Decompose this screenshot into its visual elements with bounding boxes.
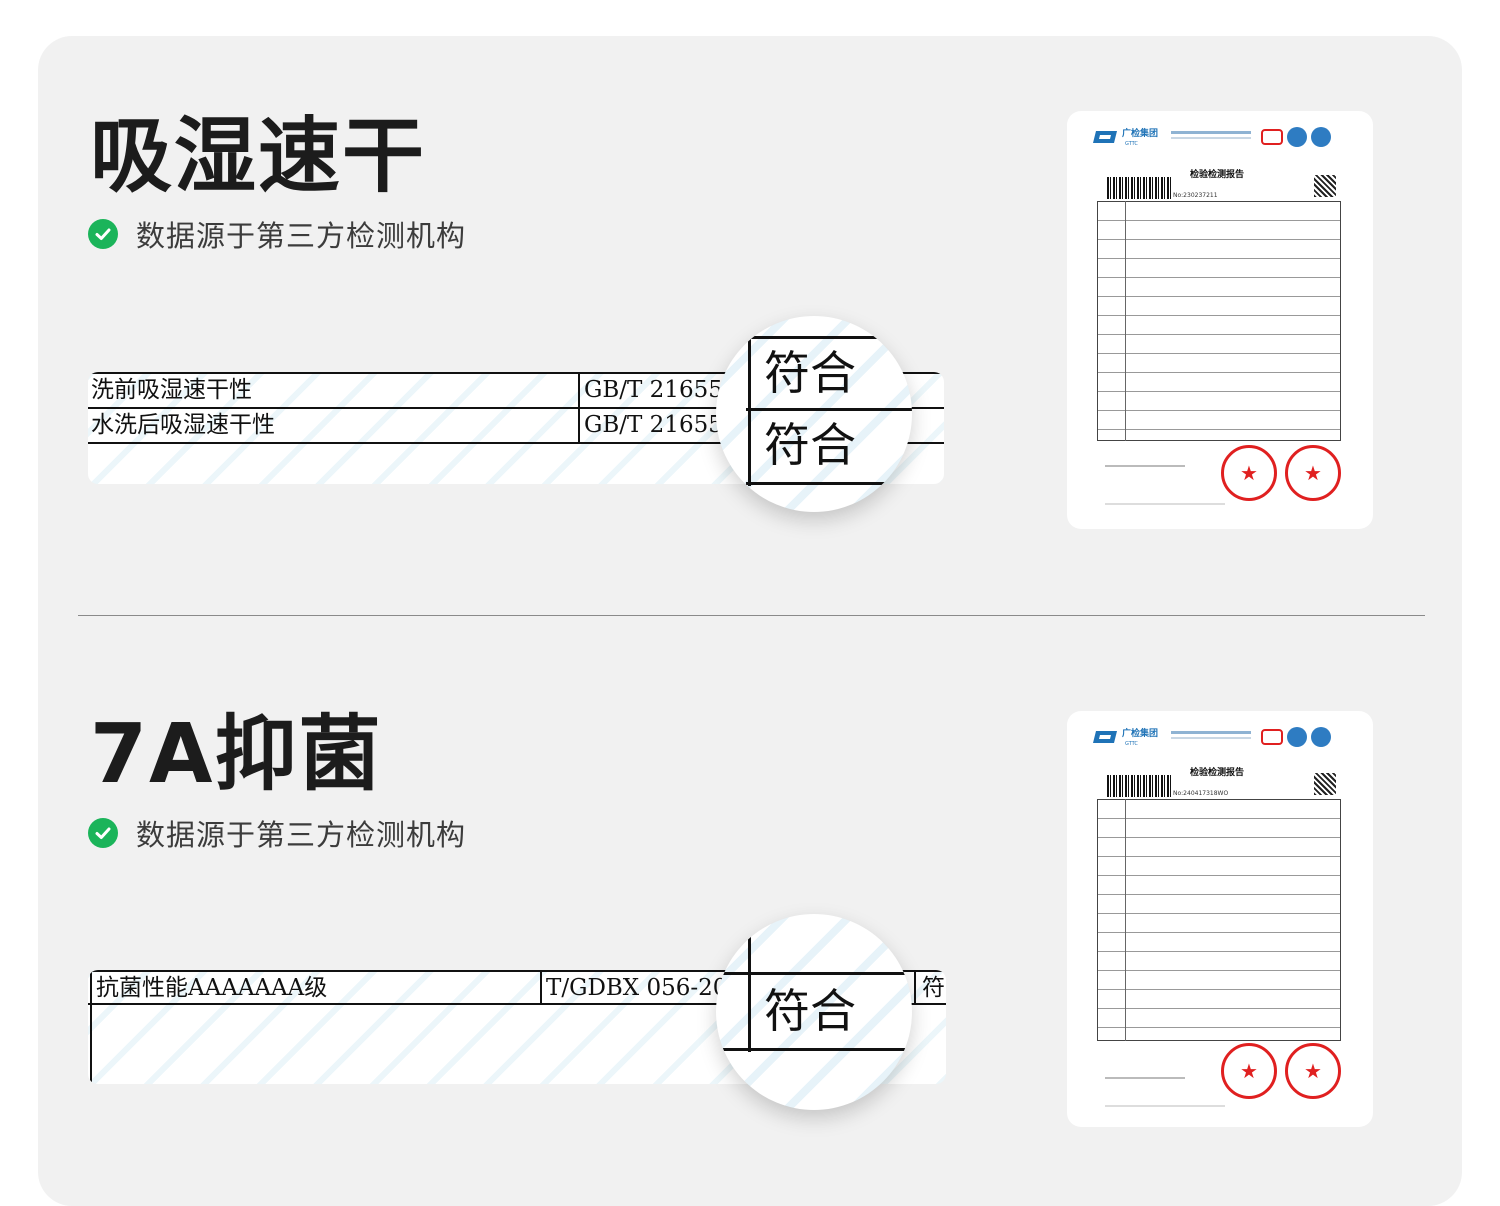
brand-sub: GTTC xyxy=(1125,141,1138,147)
section2-subtitle: 数据源于第三方检测机构 xyxy=(136,818,467,852)
gttc-logo-icon xyxy=(1093,731,1117,743)
result-text: 符合 xyxy=(764,418,856,472)
red-seal-icon: ★ xyxy=(1221,1043,1277,1099)
result-text: 符合 xyxy=(764,984,856,1038)
table-row-item: 水洗后吸湿速干性 xyxy=(91,412,275,438)
section1-report-document: 广检集团 GTTC 检验检测报告 No:230237211 ★ ★ xyxy=(1067,111,1373,529)
table-row-standard: GB/T 21655. xyxy=(584,412,731,438)
brand-sub: GTTC xyxy=(1125,741,1138,747)
red-seal-icon: ★ xyxy=(1285,1043,1341,1099)
section2-title: 7A抑菌 xyxy=(90,707,383,802)
table-row-item: 洗前吸湿速干性 xyxy=(91,377,252,403)
section2-magnifier: 符合 xyxy=(716,914,912,1110)
report-number: No:230237211 xyxy=(1173,192,1218,199)
check-circle-icon xyxy=(88,818,118,848)
section1-magnifier: 符合 符合 xyxy=(716,316,912,512)
table-row-standard: GB/T 21655. xyxy=(584,377,731,403)
check-circle-icon xyxy=(88,219,118,249)
section2-report-document: 广检集团 GTTC 检验检测报告 No:240417318WO ★ ★ xyxy=(1067,711,1373,1127)
red-seal-icon: ★ xyxy=(1221,445,1277,501)
result-text-clipped: 符 xyxy=(922,975,945,1001)
red-seal-icon: ★ xyxy=(1285,445,1341,501)
section1-subtitle: 数据源于第三方检测机构 xyxy=(136,219,467,253)
brand-name: 广检集团 xyxy=(1122,129,1159,139)
report-title: 检验检测报告 xyxy=(1190,768,1245,778)
section-divider xyxy=(78,615,1425,616)
report-number: No:240417318WO xyxy=(1173,790,1229,797)
brand-name: 广检集团 xyxy=(1122,729,1159,739)
section1-title: 吸湿速干 xyxy=(90,109,427,204)
gttc-logo-icon xyxy=(1093,131,1117,143)
section2-subtitle-row: 数据源于第三方检测机构 xyxy=(88,815,467,852)
table-row-item: 抗菌性能AAAAAAA级 xyxy=(96,975,328,1001)
result-text: 符合 xyxy=(764,346,856,400)
report-title: 检验检测报告 xyxy=(1190,170,1245,180)
section1-subtitle-row: 数据源于第三方检测机构 xyxy=(88,216,467,253)
